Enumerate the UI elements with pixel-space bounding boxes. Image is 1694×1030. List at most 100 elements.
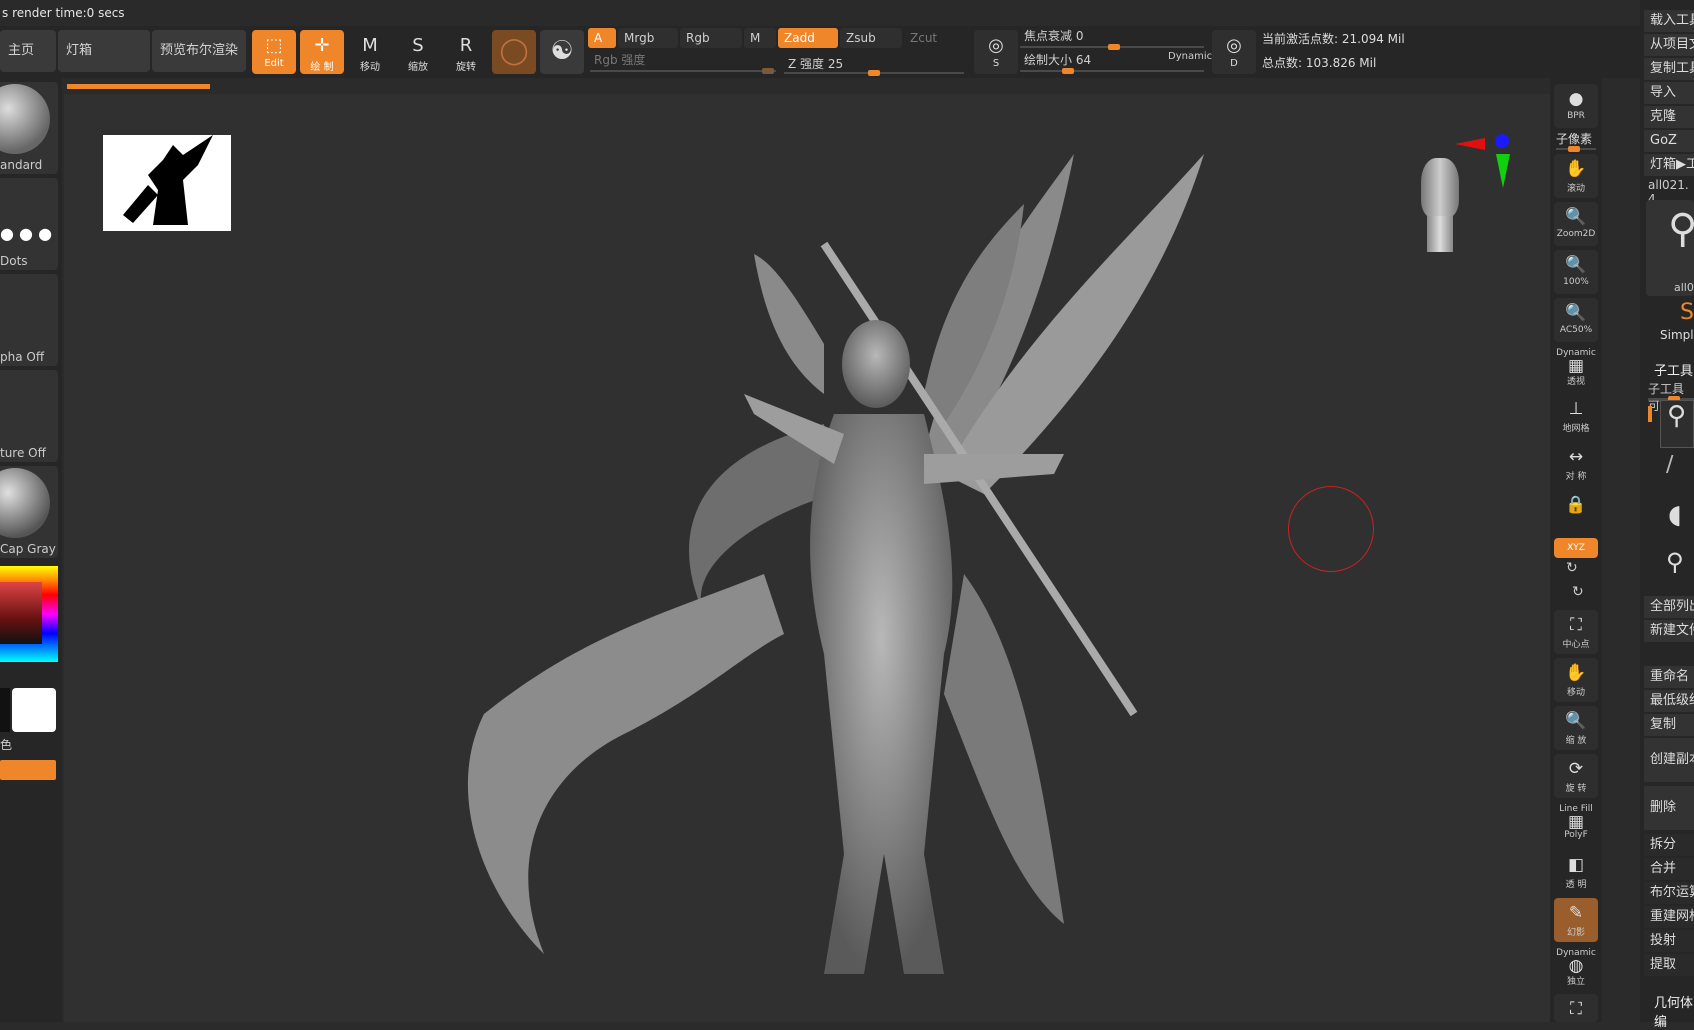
actual-size-button[interactable]: 🔍 100% xyxy=(1554,250,1598,294)
project-button[interactable]: 投射 xyxy=(1644,930,1694,952)
subtool-item[interactable]: ⚲ xyxy=(1660,400,1694,448)
boolean-button[interactable]: 布尔运算 xyxy=(1644,882,1694,904)
color-field[interactable] xyxy=(0,582,42,644)
draw-size-slider[interactable] xyxy=(1020,68,1204,74)
neck-icon xyxy=(1427,216,1453,252)
material-slot[interactable]: Cap Gray xyxy=(0,466,58,558)
rotate-view-button[interactable]: ⟳ 旋 转 xyxy=(1554,754,1598,798)
stroke-slot[interactable]: ● ● ● Dots xyxy=(0,178,58,270)
ac50-button[interactable]: 🔍 AC50% xyxy=(1554,298,1598,342)
delete-button[interactable]: 删除 xyxy=(1644,786,1694,830)
color-picker[interactable] xyxy=(0,566,58,662)
transparency-button[interactable]: ◧ 透 明 xyxy=(1554,850,1598,894)
bpr-button[interactable]: ● BPR xyxy=(1554,84,1598,128)
m-mode[interactable]: M xyxy=(744,28,776,48)
zadd-mode[interactable]: Zadd xyxy=(778,28,838,48)
zcut-mode[interactable]: Zcut xyxy=(904,28,964,48)
subpixel-slider[interactable] xyxy=(1556,146,1596,152)
draw-button[interactable]: ✛ 绘 制 xyxy=(300,30,344,74)
figure-icon: ⚲ xyxy=(1668,206,1694,252)
zsub-mode[interactable]: Zsub xyxy=(840,28,902,48)
subtool-item[interactable]: ⚲ xyxy=(1660,548,1694,594)
ghost-button[interactable]: ✎ 幻影 xyxy=(1554,898,1598,942)
perspective-button[interactable]: Dynamic ▦ 透视 xyxy=(1554,346,1598,390)
center-button[interactable]: ⛶ 中心点 xyxy=(1554,610,1598,654)
simple-brush-thumb[interactable]: S Simple xyxy=(1646,300,1694,346)
standard-brush-icon xyxy=(0,84,50,154)
edit-button[interactable]: ⬚ Edit xyxy=(252,30,296,74)
tab-home[interactable]: 主页 xyxy=(0,30,56,72)
rotate-y-icon[interactable]: ↻ xyxy=(1566,560,1578,576)
subtool-header[interactable]: 子工具 xyxy=(1654,360,1693,379)
remesh-button[interactable]: 重建网格 xyxy=(1644,906,1694,928)
floor-icon: ⊥ xyxy=(1568,399,1584,419)
d-stroke-button[interactable]: ◎ D xyxy=(1212,30,1256,74)
list-all-button[interactable]: 全部列出 xyxy=(1644,596,1694,618)
focal-shift-slider[interactable] xyxy=(1020,44,1204,50)
tab-preview-boolean-render[interactable]: 预览布尔渲染 xyxy=(152,30,246,72)
alpha-slot[interactable]: pha Off xyxy=(0,274,58,366)
simple-brush-icon: S xyxy=(1680,300,1694,325)
rotate-z-icon[interactable]: ↻ xyxy=(1572,584,1584,600)
mrgb-mode[interactable]: Mrgb xyxy=(618,28,678,48)
scroll-button[interactable]: ✋ 滚动 xyxy=(1554,154,1598,198)
lowest-subdiv-button[interactable]: 最低级细 xyxy=(1644,690,1694,712)
tool-thumbnail[interactable]: ⚲ all0 xyxy=(1646,200,1694,296)
extract-button[interactable]: 提取 xyxy=(1644,954,1694,976)
move-view-button[interactable]: ✋ 移动 xyxy=(1554,658,1598,702)
material-button[interactable]: ◯ xyxy=(492,30,536,74)
rotate-icon: ⟳ xyxy=(1568,759,1584,779)
import-button[interactable]: 导入 xyxy=(1644,82,1694,104)
brush-slot[interactable]: andard xyxy=(0,82,58,174)
tab-home-label: 主页 xyxy=(8,43,35,58)
rename-button[interactable]: 重命名 xyxy=(1644,666,1694,688)
a-mode[interactable]: A xyxy=(588,28,616,48)
rgb-mode[interactable]: Rgb xyxy=(680,28,742,48)
silhouette-thumbnail[interactable] xyxy=(103,135,231,231)
geometry-header[interactable]: 几何体编 xyxy=(1654,992,1694,1030)
goz-button[interactable]: GoZ xyxy=(1644,130,1694,152)
main-color-swatch[interactable] xyxy=(0,688,10,732)
symmetry-button[interactable]: ↔ 对 称 xyxy=(1554,442,1598,486)
split-button[interactable]: 拆分 xyxy=(1644,834,1694,856)
subtool-item[interactable]: ∕ xyxy=(1660,452,1694,498)
secondary-color-swatch[interactable] xyxy=(12,688,56,732)
xyz-button[interactable]: XYZ xyxy=(1554,538,1598,558)
floor-grid-button[interactable]: ⊥ 地网格 xyxy=(1554,394,1598,438)
tab-lightbox[interactable]: 灯箱 xyxy=(58,30,150,72)
cloak-shape xyxy=(467,574,784,954)
tool-thumb-label: all0 xyxy=(1674,281,1694,294)
move-button[interactable]: M 移动 xyxy=(348,30,392,74)
load-tool-button[interactable]: 载入工具 xyxy=(1644,10,1694,32)
frame-button[interactable]: ⛶ xyxy=(1554,994,1598,1022)
zoom2d-button[interactable]: 🔍 Zoom2D xyxy=(1554,202,1598,246)
lightbox-tools-button[interactable]: 灯箱▶工 xyxy=(1644,154,1694,176)
dynamic-label[interactable]: Dynamic xyxy=(1168,51,1212,62)
new-folder-button[interactable]: 新建文件 xyxy=(1644,620,1694,642)
duplicate-button[interactable]: 复制 xyxy=(1644,714,1694,736)
copy-tool-button[interactable]: 复制工具 xyxy=(1644,58,1694,80)
subtool-scrollbar[interactable] xyxy=(1648,406,1652,422)
z-intensity-slider[interactable] xyxy=(784,70,964,76)
scale-button[interactable]: S 缩放 xyxy=(396,30,440,74)
solo-button[interactable]: Dynamic ◍ 独立 xyxy=(1554,946,1598,990)
lock-button[interactable]: 🔒 xyxy=(1554,490,1598,534)
scale-view-button[interactable]: 🔍 缩 放 xyxy=(1554,706,1598,750)
merge-button[interactable]: 合并 xyxy=(1644,858,1694,880)
edit-label: Edit xyxy=(264,58,284,69)
y-axis-arrow xyxy=(1496,154,1510,188)
floor-label: 地网格 xyxy=(1562,424,1590,434)
polyf-button[interactable]: Line Fill ▦ PolyF xyxy=(1554,802,1598,846)
texture-slot[interactable]: ture Off xyxy=(0,370,58,462)
clone-button[interactable]: 克隆 xyxy=(1644,106,1694,128)
from-project-button[interactable]: 从项目文 xyxy=(1644,34,1694,56)
brush-alpha-button[interactable]: ☯ xyxy=(540,30,584,74)
switch-color-button[interactable] xyxy=(0,760,56,780)
s-stroke-button[interactable]: ◎ S xyxy=(974,30,1018,74)
axis-gizmo[interactable] xyxy=(1455,134,1510,194)
scale-label: 缩放 xyxy=(408,62,428,73)
subtool-item[interactable]: ◖ xyxy=(1660,500,1694,546)
rotate-button[interactable]: R 旋转 xyxy=(444,30,488,74)
rgb-intensity-slider[interactable] xyxy=(590,68,776,74)
create-copy-button[interactable]: 创建副本 xyxy=(1644,738,1694,782)
